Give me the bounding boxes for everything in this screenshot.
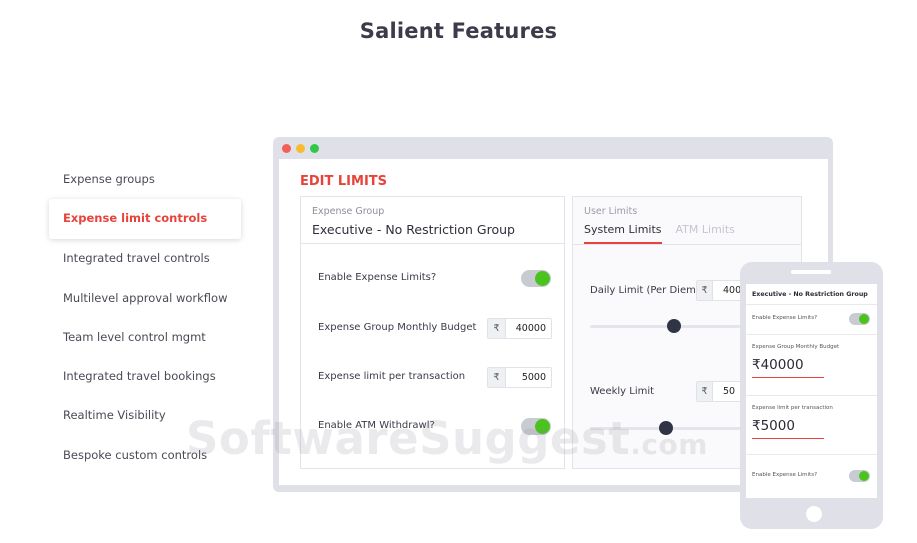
feature-integrated-travel-controls[interactable]: Integrated travel controls xyxy=(49,239,241,278)
tab-atm-limits[interactable]: ATM Limits xyxy=(676,223,735,244)
per-transaction-value: 5000 xyxy=(506,368,551,387)
divider xyxy=(746,304,877,305)
daily-limit-value: 400 xyxy=(723,285,742,296)
divider xyxy=(746,334,877,335)
phone-group-title: Executive - No Restriction Group xyxy=(752,291,868,298)
per-transaction-label: Expense limit per transaction xyxy=(318,371,466,382)
enable-limits-label: Enable Expense Limits? xyxy=(318,272,437,283)
feature-multilevel-approval-workflow[interactable]: Multilevel approval workflow xyxy=(49,279,241,318)
phone-per-tx-label: Expense limit per transaction xyxy=(752,405,833,411)
phone-enable-toggle[interactable] xyxy=(849,313,870,325)
phone-budget-label: Expense Group Monthly Budget xyxy=(752,344,840,350)
toggle-knob xyxy=(859,314,869,324)
phone-per-tx-value[interactable]: ₹5000 xyxy=(752,418,795,434)
monthly-budget-value: 40000 xyxy=(506,319,551,338)
rupee-icon: ₹ xyxy=(697,382,713,401)
divider xyxy=(746,395,877,396)
phone-home-button xyxy=(806,506,822,522)
monthly-budget-label: Expense Group Monthly Budget xyxy=(318,322,477,333)
tabs-divider xyxy=(573,244,801,245)
rupee-icon: ₹ xyxy=(488,368,506,387)
tab-system-limits[interactable]: System Limits xyxy=(584,223,662,244)
toggle-knob xyxy=(859,471,869,481)
feature-team-level-control[interactable]: Team level control mgmt xyxy=(49,318,241,357)
daily-limit-label: Daily Limit (Per Diem) xyxy=(590,285,700,296)
phone-mockup: Executive - No Restriction Group Enable … xyxy=(740,262,883,529)
minimize-dot-icon[interactable] xyxy=(296,144,305,153)
per-transaction-row: Expense limit per transaction ₹ 5000 xyxy=(301,363,564,393)
phone-enable-label-bottom: Enable Expense Limits? xyxy=(752,472,817,478)
user-limits-label: User Limits xyxy=(584,206,638,217)
limits-tabs: System Limits ATM Limits xyxy=(584,223,801,244)
phone-enable-toggle-bottom[interactable] xyxy=(849,470,870,482)
rupee-icon: ₹ xyxy=(697,281,713,300)
group-name: Executive - No Restriction Group xyxy=(312,222,515,237)
watermark-text: SoftwareSuggest xyxy=(186,412,631,465)
page-title: Salient Features xyxy=(359,19,558,43)
toggle-knob xyxy=(535,271,550,286)
rupee-icon: ₹ xyxy=(488,319,506,338)
monthly-budget-input[interactable]: ₹ 40000 xyxy=(487,318,552,339)
phone-per-tx-underline xyxy=(752,438,824,439)
feature-expense-groups[interactable]: Expense groups xyxy=(49,160,241,199)
watermark: SoftwareSuggest.com xyxy=(186,412,708,465)
enable-limits-toggle[interactable] xyxy=(521,270,551,287)
group-header: Expense Group Executive - No Restriction… xyxy=(301,197,564,244)
close-dot-icon[interactable] xyxy=(282,144,291,153)
divider xyxy=(746,454,877,455)
feature-expense-limit-controls[interactable]: Expense limit controls xyxy=(49,199,241,240)
phone-budget-value[interactable]: ₹40000 xyxy=(752,357,804,373)
weekly-limit-value: 50 xyxy=(723,386,736,397)
weekly-limit-label: Weekly Limit xyxy=(590,386,655,397)
phone-speaker xyxy=(791,270,831,274)
group-label: Expense Group xyxy=(312,206,385,217)
phone-screen: Executive - No Restriction Group Enable … xyxy=(746,284,877,498)
maximize-dot-icon[interactable] xyxy=(310,144,319,153)
enable-limits-row: Enable Expense Limits? xyxy=(301,264,564,294)
window-controls xyxy=(282,144,319,153)
per-transaction-input[interactable]: ₹ 5000 xyxy=(487,367,552,388)
phone-enable-label: Enable Expense Limits? xyxy=(752,315,817,321)
phone-budget-underline xyxy=(752,377,824,378)
feature-integrated-travel-bookings[interactable]: Integrated travel bookings xyxy=(49,357,241,396)
monthly-budget-row: Expense Group Monthly Budget ₹ 40000 xyxy=(301,314,564,344)
edit-limits-title: EDIT LIMITS xyxy=(300,174,388,189)
daily-limit-slider-handle[interactable] xyxy=(667,319,681,333)
watermark-suffix: .com xyxy=(630,428,708,461)
